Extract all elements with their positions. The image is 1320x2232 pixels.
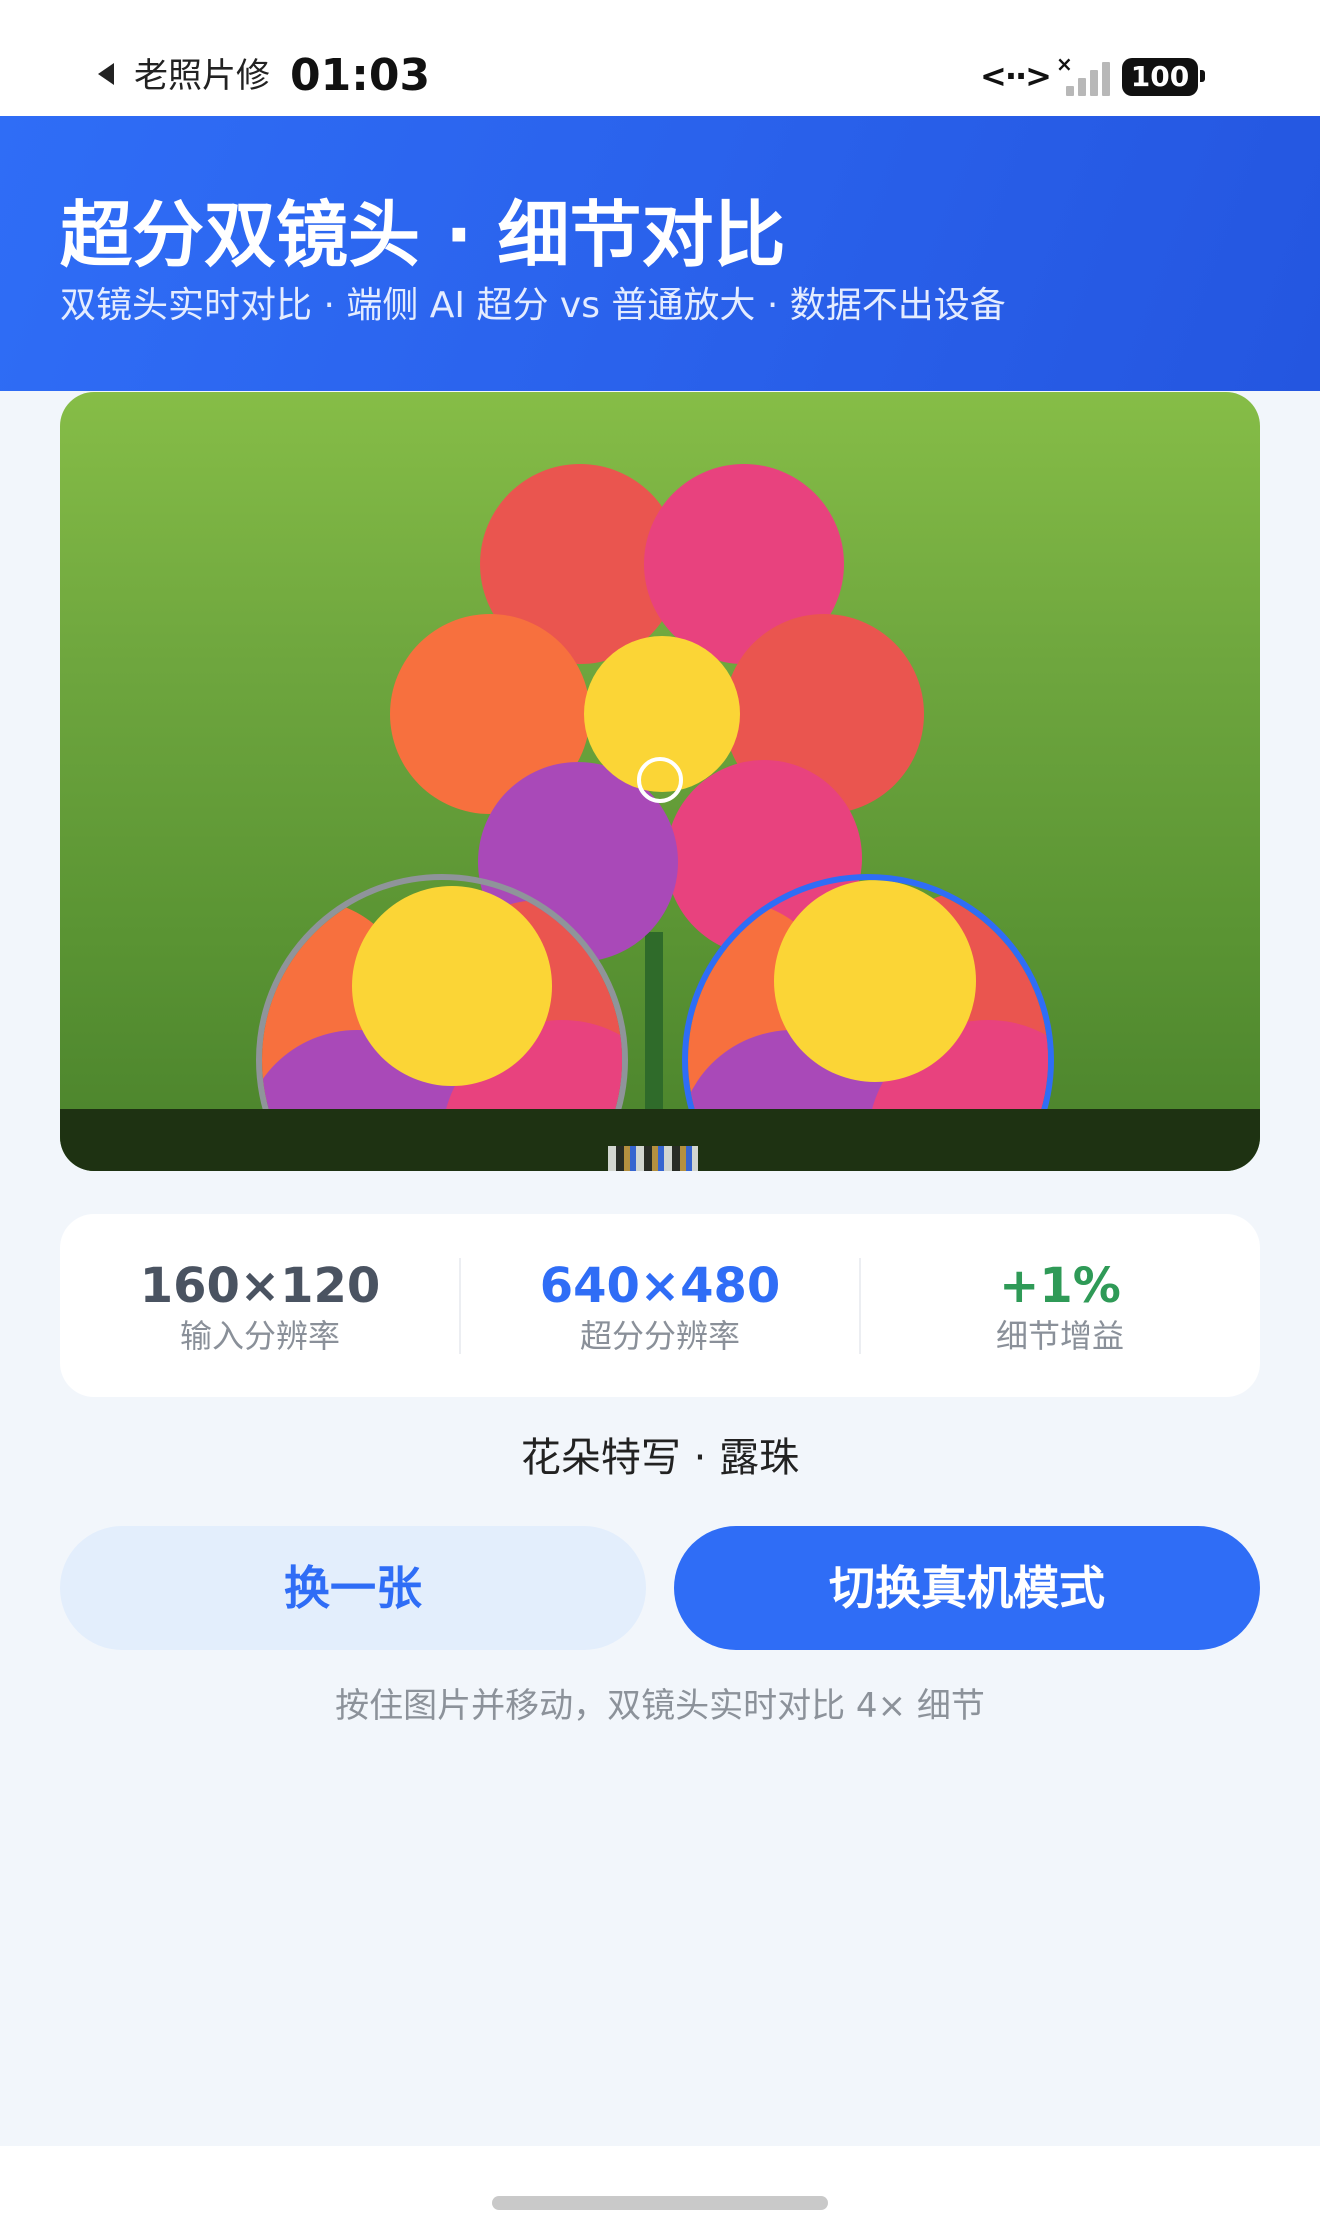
- drag-cursor[interactable]: [637, 757, 683, 803]
- switch-mode-button[interactable]: 切换真机模式: [674, 1526, 1260, 1650]
- network-icon: <··>: [980, 57, 1052, 95]
- image-preview[interactable]: [60, 392, 1260, 1171]
- stat-superres-resolution: 640×480 超分分辨率: [460, 1214, 860, 1397]
- stat-value: 640×480: [539, 1258, 781, 1314]
- back-arrow-icon[interactable]: [98, 63, 114, 85]
- stat-value: +1%: [999, 1258, 1121, 1314]
- usage-hint: 按住图片并移动，双镜头实时对比 4× 细节: [335, 1686, 985, 1726]
- bottom-safe-area: [0, 2146, 1320, 2232]
- status-icons: <··> × 100: [980, 52, 1220, 100]
- home-indicator[interactable]: [492, 2196, 828, 2210]
- stat-input-resolution: 160×120 输入分辨率: [60, 1214, 460, 1397]
- stats-card: 160×120 输入分辨率 640×480 超分分辨率 +1% 细节增益: [60, 1214, 1260, 1397]
- signal-icon: ×: [1056, 52, 1112, 96]
- pixel-noise: [608, 1146, 698, 1171]
- back-app-label[interactable]: 老照片修: [134, 54, 270, 98]
- battery-icon: 100: [1122, 58, 1198, 96]
- header-banner: 超分双镜头 · 细节对比 双镜头实时对比 · 端侧 AI 超分 vs 普通放大 …: [0, 116, 1320, 391]
- page-subtitle: 双镜头实时对比 · 端侧 AI 超分 vs 普通放大 · 数据不出设备: [60, 285, 1006, 326]
- image-caption: 花朵特写 · 露珠: [520, 1435, 800, 1481]
- stat-label: 超分分辨率: [579, 1317, 740, 1355]
- stat-value: 160×120: [139, 1258, 381, 1314]
- battery-cap: [1200, 70, 1205, 82]
- status-time: 01:03: [290, 50, 431, 101]
- page-title: 超分双镜头 · 细节对比: [60, 193, 786, 277]
- flower-stem: [645, 932, 663, 1132]
- shuffle-button[interactable]: 换一张: [60, 1526, 646, 1650]
- stat-detail-gain: +1% 细节增益: [860, 1214, 1260, 1397]
- status-bar: 老照片修 01:03 <··> × 100: [0, 0, 1320, 116]
- stat-label: 细节增益: [995, 1317, 1124, 1355]
- stat-label: 输入分辨率: [179, 1317, 340, 1355]
